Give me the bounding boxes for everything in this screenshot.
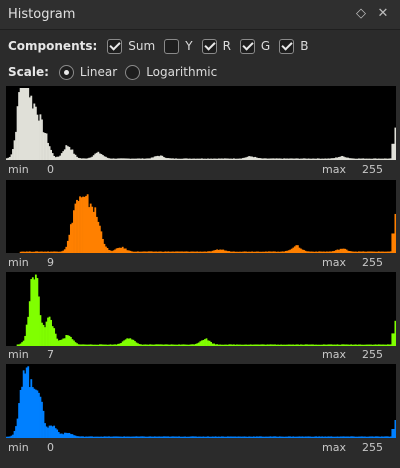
min-value: 7 — [47, 348, 54, 361]
checkbox-sum[interactable]: Sum — [107, 38, 156, 54]
axis-green: min 7 max 255 — [6, 348, 396, 362]
histogram-plot — [6, 366, 396, 438]
axis-red: min 9 max 255 — [6, 256, 396, 270]
checkbox-label: Sum — [128, 39, 156, 53]
radio-linear[interactable]: Linear — [58, 64, 118, 80]
max-value: 255 — [362, 348, 383, 361]
min-value: 9 — [47, 256, 54, 269]
axis-blue: min 0 max 255 — [6, 441, 396, 455]
max-label: max — [322, 441, 346, 454]
radio-logarithmic[interactable]: Logarithmic — [125, 64, 218, 80]
axis-sum: min 0 max 255 — [6, 163, 396, 177]
min-label: min — [8, 441, 29, 454]
checkbox-b[interactable]: B — [279, 38, 309, 54]
scale-row: Scale: Linear Logarithmic — [8, 62, 225, 82]
histogram-green — [6, 272, 396, 346]
components-label: Components: — [8, 39, 98, 53]
max-label: max — [322, 348, 346, 361]
max-label: max — [322, 163, 346, 176]
float-icon[interactable]: ◇ — [352, 5, 370, 23]
max-value: 255 — [362, 441, 383, 454]
components-row: Components: Sum Y R G B — [8, 36, 317, 56]
radio-label: Linear — [79, 65, 118, 79]
checkbox-g[interactable]: G — [239, 38, 271, 54]
min-label: min — [8, 256, 29, 269]
checkbox-box[interactable] — [164, 38, 180, 54]
checkbox-label: B — [300, 39, 309, 53]
histogram-bar — [394, 320, 396, 346]
max-label: max — [322, 256, 346, 269]
checkbox-label: R — [222, 39, 231, 53]
checkbox-box[interactable] — [107, 38, 123, 54]
histogram-bar — [394, 420, 396, 438]
histogram-red — [6, 180, 396, 253]
min-label: min — [8, 163, 29, 176]
checkbox-box[interactable] — [239, 38, 255, 54]
window-title: Histogram — [8, 7, 76, 22]
histogram-bar — [394, 213, 396, 253]
histogram-plot — [6, 88, 396, 160]
close-icon[interactable]: ✕ — [374, 5, 392, 23]
checkbox-box[interactable] — [279, 38, 295, 54]
histogram-sum — [6, 86, 396, 160]
histogram-blue — [6, 364, 396, 438]
scale-label: Scale: — [8, 65, 49, 79]
max-value: 255 — [362, 163, 383, 176]
histogram-plot — [16, 274, 396, 346]
radio-dot[interactable] — [125, 64, 141, 80]
checkbox-label: G — [260, 39, 271, 53]
title-bar: Histogram ◇ ✕ — [0, 0, 400, 30]
histogram-plot — [19, 194, 396, 253]
max-value: 255 — [362, 256, 383, 269]
min-value: 0 — [47, 163, 54, 176]
histogram-bar — [394, 127, 396, 160]
checkbox-label: Y — [185, 39, 193, 53]
radio-label: Logarithmic — [146, 65, 218, 79]
radio-dot[interactable] — [58, 64, 74, 80]
min-value: 0 — [47, 441, 54, 454]
checkbox-y[interactable]: Y — [164, 38, 193, 54]
checkbox-r[interactable]: R — [201, 38, 231, 54]
checkbox-box[interactable] — [201, 38, 217, 54]
min-label: min — [8, 348, 29, 361]
